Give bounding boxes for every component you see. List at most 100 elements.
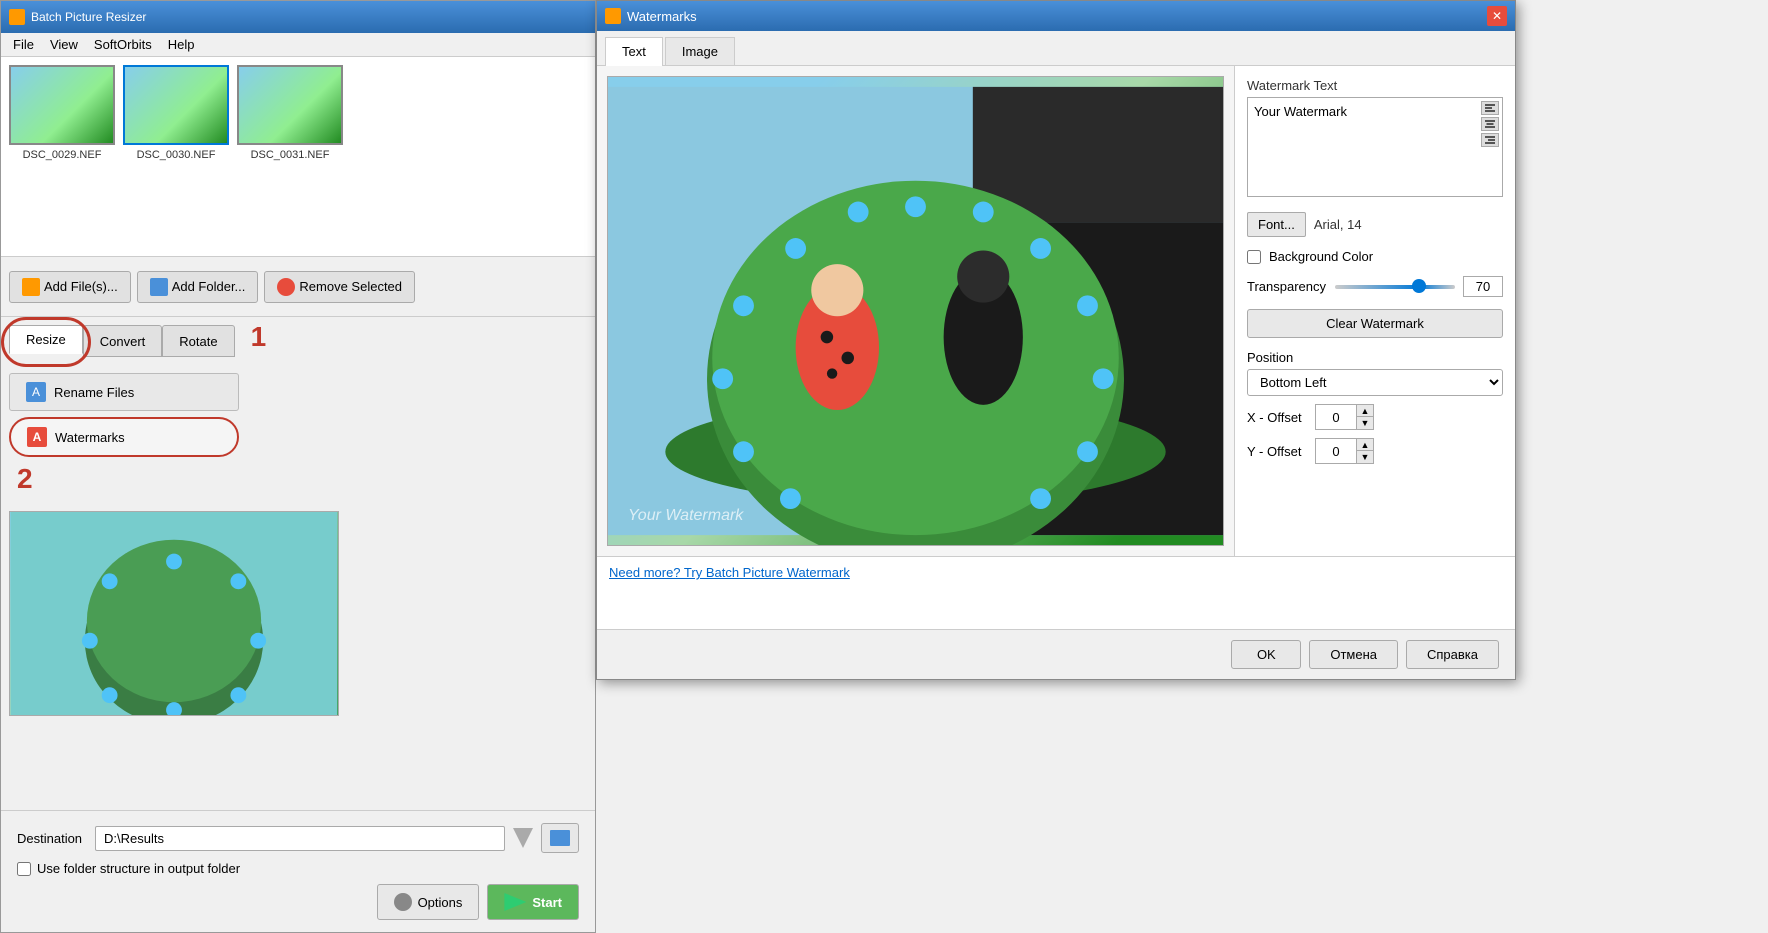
watermarks-dialog: Watermarks ✕ Text Image [596, 0, 1516, 680]
app-titlebar: Batch Picture Resizer [1, 1, 595, 33]
x-offset-input[interactable] [1316, 405, 1356, 429]
x-offset-input-wrap: ▲ ▼ [1315, 404, 1374, 430]
align-center-icon [1485, 120, 1495, 128]
watermark-text-section: Watermark Text Your Watermark [1247, 78, 1503, 200]
y-offset-down[interactable]: ▼ [1357, 451, 1373, 463]
app-icon [9, 9, 25, 25]
dialog-tab-text[interactable]: Text [605, 37, 663, 66]
y-offset-up[interactable]: ▲ [1357, 439, 1373, 451]
cake-visual [10, 512, 338, 715]
menu-file[interactable]: File [5, 35, 42, 54]
rename-files-button[interactable]: A Rename Files [9, 373, 239, 411]
toolbar: Add File(s)... Add Folder... Remove Sele… [1, 257, 595, 317]
tab-resize[interactable]: Resize [9, 325, 83, 354]
start-button[interactable]: Start [487, 884, 579, 920]
x-offset-row: X - Offset ▲ ▼ [1247, 404, 1503, 430]
transparency-slider[interactable] [1335, 285, 1455, 289]
thumbnail-item[interactable]: DSC_0031.NEF [237, 65, 343, 161]
batch-watermark-link[interactable]: Need more? Try Batch Picture Watermark [609, 565, 850, 580]
link-area: Need more? Try Batch Picture Watermark [597, 556, 1515, 588]
cake-svg [10, 512, 338, 715]
align-center-button[interactable] [1481, 117, 1499, 131]
bg-color-section: Background Color [1247, 249, 1503, 264]
watermark-text-label: Watermark Text [1247, 78, 1503, 93]
dialog-title: Watermarks [627, 9, 697, 24]
add-folder-button[interactable]: Add Folder... [137, 271, 259, 303]
thumbnail-image [123, 65, 229, 145]
ok-button[interactable]: OK [1231, 640, 1301, 669]
options-label: Options [418, 895, 463, 910]
rename-icon: A [26, 382, 46, 402]
menu-view[interactable]: View [42, 35, 86, 54]
position-section: Position Bottom Left Top Left Top Center… [1247, 350, 1503, 464]
thumbnail-image [9, 65, 115, 145]
add-files-button[interactable]: Add File(s)... [9, 271, 131, 303]
cake-thumb-0 [11, 67, 113, 143]
dialog-preview: Your Watermark [597, 66, 1235, 556]
dialog-titlebar: Watermarks ✕ [597, 1, 1515, 31]
position-label: Position [1247, 350, 1503, 365]
content-buttons: A Rename Files A Watermarks 2 [1, 365, 595, 503]
thumbnail-label: DSC_0031.NEF [251, 149, 330, 161]
dialog-tab-image[interactable]: Image [665, 37, 735, 65]
bottom-buttons: Options Start [17, 884, 579, 920]
x-offset-down[interactable]: ▼ [1357, 417, 1373, 429]
thumbnail-label: DSC_0030.NEF [137, 149, 216, 161]
thumbnail-item[interactable]: DSC_0029.NEF [9, 65, 115, 161]
cake-thumb-1 [125, 67, 227, 143]
destination-input[interactable] [95, 826, 505, 851]
y-offset-input-wrap: ▲ ▼ [1315, 438, 1374, 464]
clear-watermark-button[interactable]: Clear Watermark [1247, 309, 1503, 338]
start-icon [504, 893, 526, 911]
start-label: Start [532, 895, 562, 910]
dialog-preview-image: Your Watermark [607, 76, 1224, 546]
tab-rotate[interactable]: Rotate [162, 325, 234, 357]
dialog-footer: OK Отмена Справка [597, 629, 1515, 679]
y-offset-arrows: ▲ ▼ [1356, 439, 1373, 463]
dialog-close-button[interactable]: ✕ [1487, 6, 1507, 26]
thumbnail-item[interactable]: DSC_0030.NEF [123, 65, 229, 161]
font-button[interactable]: Font... [1247, 212, 1306, 237]
menubar: File View SoftOrbits Help [1, 33, 595, 57]
align-right-icon [1485, 136, 1495, 144]
position-select[interactable]: Bottom Left Top Left Top Center Top Righ… [1247, 369, 1503, 396]
font-value: Arial, 14 [1314, 217, 1362, 232]
watermarks-button[interactable]: A Watermarks [9, 417, 239, 457]
options-icon [394, 893, 412, 911]
remove-selected-icon [277, 278, 295, 296]
browse-button[interactable] [541, 823, 579, 853]
browse-icon [550, 830, 570, 846]
add-files-label: Add File(s)... [44, 279, 118, 294]
dialog-right-panel: Watermark Text Your Watermark [1235, 66, 1515, 556]
cancel-button[interactable]: Отмена [1309, 640, 1398, 669]
thumbnail-label: DSC_0029.NEF [23, 149, 102, 161]
preview-area [1, 503, 595, 724]
menu-softorbits[interactable]: SoftOrbits [86, 35, 160, 54]
tab-convert[interactable]: Convert [83, 325, 163, 357]
app-window: Batch Picture Resizer File View SoftOrbi… [0, 0, 596, 933]
dialog-body: Your Watermark Watermark Text Your Water… [597, 66, 1515, 556]
watermark-text-input[interactable]: Your Watermark [1247, 97, 1503, 197]
help-button[interactable]: Справка [1406, 640, 1499, 669]
remove-selected-button[interactable]: Remove Selected [264, 271, 415, 303]
watermark-overlay-text: Your Watermark [628, 507, 743, 525]
options-button[interactable]: Options [377, 884, 480, 920]
dialog-icon [605, 8, 621, 24]
align-right-button[interactable] [1481, 133, 1499, 147]
y-offset-row: Y - Offset ▲ ▼ [1247, 438, 1503, 464]
preview-cake-svg [608, 77, 1223, 545]
destination-label: Destination [17, 831, 87, 846]
transparency-row: Transparency [1247, 276, 1503, 297]
x-offset-arrows: ▲ ▼ [1356, 405, 1373, 429]
menu-help[interactable]: Help [160, 35, 203, 54]
bg-color-checkbox[interactable] [1247, 250, 1261, 264]
slider-thumb[interactable] [1412, 279, 1426, 293]
align-left-button[interactable] [1481, 101, 1499, 115]
transparency-value[interactable] [1463, 276, 1503, 297]
y-offset-input[interactable] [1316, 439, 1356, 463]
thumbnail-image [237, 65, 343, 145]
folder-structure-checkbox[interactable] [17, 862, 31, 876]
x-offset-up[interactable]: ▲ [1357, 405, 1373, 417]
dropdown-arrow-icon[interactable] [513, 828, 533, 848]
annotation-1: 1 [251, 321, 267, 353]
